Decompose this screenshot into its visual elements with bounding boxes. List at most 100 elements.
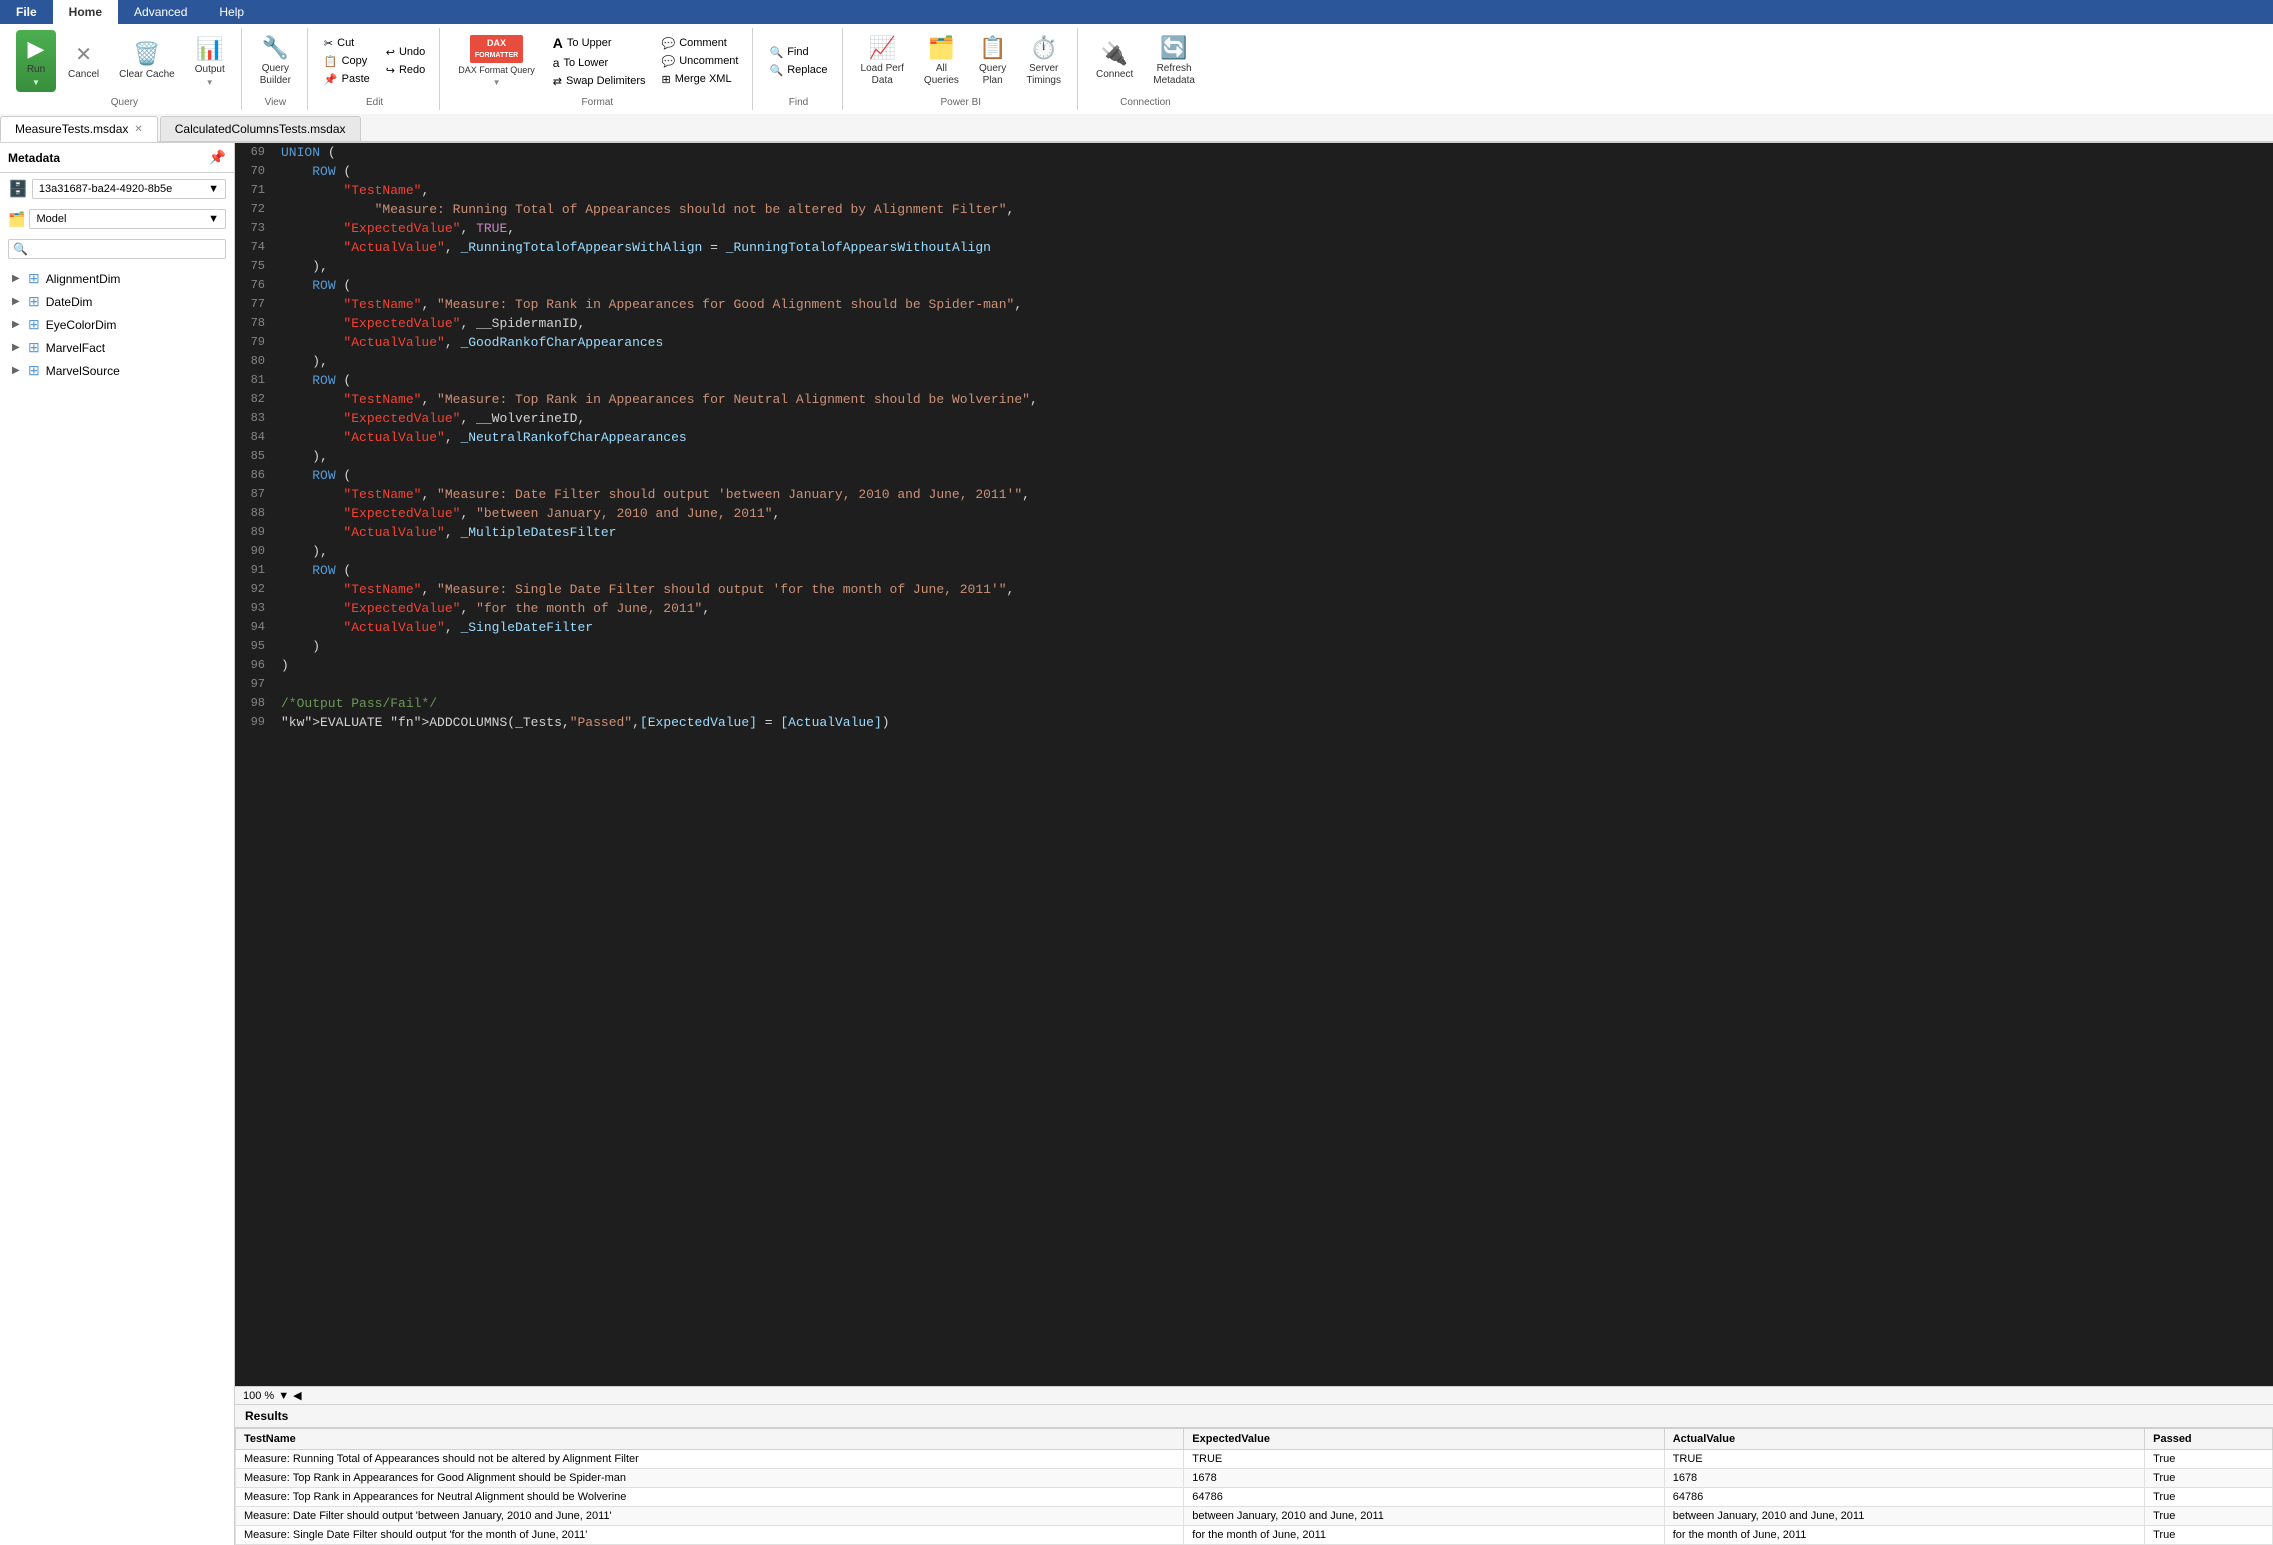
find-label: Find: [787, 46, 808, 58]
run-icon: ▶: [28, 36, 45, 62]
tree-item-label: DateDim: [46, 295, 93, 309]
server-timings-button[interactable]: ⏱️ Server Timings: [1018, 30, 1069, 92]
table-cell-testname: Measure: Running Total of Appearances sh…: [236, 1450, 1184, 1469]
tree-item-marvelfact[interactable]: ▶ ⊞ MarvelFact: [0, 336, 234, 359]
table-cell-passed: True: [2145, 1526, 2273, 1545]
zoom-dropdown-icon[interactable]: ▼: [278, 1390, 289, 1402]
line-number: 85: [235, 447, 277, 466]
editor-line: 75 ),: [235, 257, 2273, 276]
undo-button[interactable]: ↩ Undo: [380, 44, 432, 61]
uncomment-icon: 💬: [661, 55, 675, 68]
comment-button[interactable]: 💬 Comment: [655, 35, 744, 52]
replace-button[interactable]: 🔍 Replace: [763, 62, 833, 79]
col-passed: Passed: [2145, 1429, 2273, 1450]
sidebar-pin-button[interactable]: 📌: [209, 149, 226, 166]
refresh-metadata-icon: 🔄: [1160, 35, 1187, 61]
line-number: 84: [235, 428, 277, 447]
doc-tab-close-0[interactable]: ✕: [134, 124, 142, 135]
query-builder-label: Query Builder: [260, 63, 291, 87]
refresh-metadata-button[interactable]: 🔄 Refresh Metadata: [1145, 30, 1203, 92]
model-dropdown[interactable]: Model ▼: [29, 209, 226, 229]
line-content: "TestName", "Measure: Top Rank in Appear…: [277, 390, 2273, 409]
paste-label: Paste: [342, 73, 370, 85]
output-button[interactable]: 📊 Output ▼: [187, 30, 233, 92]
connection-dropdown[interactable]: 13a31687-ba24-4920-8b5e ▼: [32, 179, 226, 199]
connection-value: 13a31687-ba24-4920-8b5e: [39, 183, 172, 195]
editor-line: 78 "ExpectedValue", __SpidermanID,: [235, 314, 2273, 333]
tab-help[interactable]: Help: [203, 0, 260, 24]
connect-button[interactable]: 🔌 Connect: [1088, 30, 1141, 92]
tree-item-label: MarvelSource: [46, 364, 120, 378]
editor-line: 89 "ActualValue", _MultipleDatesFilter: [235, 523, 2273, 542]
editor-line: 71 "TestName",: [235, 181, 2273, 200]
line-content: "ExpectedValue", __SpidermanID,: [277, 314, 2273, 333]
editor-line: 73 "ExpectedValue", TRUE,: [235, 219, 2273, 238]
clear-cache-button[interactable]: 🗑️ Clear Cache: [111, 30, 183, 92]
table-cell-passed: True: [2145, 1450, 2273, 1469]
table-cell-passed: True: [2145, 1507, 2273, 1526]
redo-button[interactable]: ↪ Redo: [380, 62, 432, 79]
table-cell-passed: True: [2145, 1469, 2273, 1488]
expand-icon: ▶: [12, 319, 22, 330]
tree-item-datedim[interactable]: ▶ ⊞ DateDim: [0, 290, 234, 313]
line-number: 83: [235, 409, 277, 428]
editor-line: 77 "TestName", "Measure: Top Rank in App…: [235, 295, 2273, 314]
table-cell-expectedvalue: 64786: [1184, 1488, 1664, 1507]
swap-delimiters-button[interactable]: ⇄ Swap Delimiters: [547, 73, 652, 90]
table-row: Measure: Single Date Filter should outpu…: [236, 1526, 2273, 1545]
to-lower-button[interactable]: a To Lower: [547, 54, 652, 72]
query-builder-button[interactable]: 🔧 Query Builder: [252, 30, 299, 92]
dax-format-button[interactable]: DAXFORMATTER DAX Format Query ▼: [450, 30, 543, 92]
col-actualvalue: ActualValue: [1664, 1429, 2144, 1450]
tab-home[interactable]: Home: [53, 0, 118, 24]
line-content: UNION (: [277, 143, 2273, 162]
server-timings-icon: ⏱️: [1030, 35, 1057, 61]
to-upper-button[interactable]: A To Upper: [547, 33, 652, 53]
merge-xml-button[interactable]: ⊞ Merge XML: [655, 71, 744, 88]
paste-button[interactable]: 📌 Paste: [318, 71, 376, 88]
query-plan-button[interactable]: 📋 Query Plan: [971, 30, 1014, 92]
cut-copy-paste-col: ✂ Cut 📋 Copy 📌 Paste: [318, 35, 376, 88]
doc-tab-1[interactable]: CalculatedColumnsTests.msdax: [160, 116, 361, 141]
editor-line: 95 ): [235, 637, 2273, 656]
search-input[interactable]: [28, 243, 221, 255]
code-editor[interactable]: 69UNION (70 ROW (71 "TestName",72 "Measu…: [235, 143, 2273, 1386]
editor-line: 70 ROW (: [235, 162, 2273, 181]
table-cell-actualvalue: 64786: [1664, 1488, 2144, 1507]
expand-icon: ▶: [12, 342, 22, 353]
line-number: 79: [235, 333, 277, 352]
find-button[interactable]: 🔍 Find: [763, 44, 833, 61]
line-number: 93: [235, 599, 277, 618]
doc-tab-0[interactable]: MeasureTests.msdax ✕: [0, 116, 158, 142]
cut-button[interactable]: ✂ Cut: [318, 35, 376, 52]
tab-file[interactable]: File: [0, 0, 53, 24]
expand-icon: ▶: [12, 273, 22, 284]
undo-label: Undo: [399, 46, 425, 58]
expand-icon: ▶: [12, 365, 22, 376]
tab-advanced[interactable]: Advanced: [118, 0, 203, 24]
load-perf-label: Load Perf Data: [861, 63, 904, 87]
scroll-left-icon[interactable]: ◀: [293, 1389, 301, 1402]
results-table-wrap[interactable]: TestName ExpectedValue ActualValue Passe…: [235, 1428, 2273, 1545]
tree-item-eyecolordim[interactable]: ▶ ⊞ EyeColorDim: [0, 313, 234, 336]
query-plan-icon: 📋: [979, 35, 1006, 61]
cancel-button[interactable]: ✕ Cancel: [60, 30, 107, 92]
load-perf-data-button[interactable]: 📈 Load Perf Data: [853, 30, 912, 92]
connection-group-label: Connection: [1080, 97, 1211, 108]
refresh-metadata-label: Refresh Metadata: [1153, 63, 1195, 87]
copy-button[interactable]: 📋 Copy: [318, 53, 376, 70]
uncomment-button[interactable]: 💬 Uncomment: [655, 53, 744, 70]
tree-item-marvelsource[interactable]: ▶ ⊞ MarvelSource: [0, 359, 234, 382]
connect-icon: 🔌: [1101, 41, 1128, 67]
line-content: [277, 675, 2273, 694]
query-plan-label: Query Plan: [979, 63, 1006, 87]
run-button[interactable]: ▶ Run ▼: [16, 30, 56, 92]
results-tbody: Measure: Running Total of Appearances sh…: [236, 1450, 2273, 1545]
dax-logo: DAXFORMATTER: [470, 35, 523, 63]
replace-icon: 🔍: [769, 64, 783, 77]
table-cell-actualvalue: for the month of June, 2011: [1664, 1526, 2144, 1545]
all-queries-button[interactable]: 🗂️ All Queries: [916, 30, 967, 92]
line-number: 72: [235, 200, 277, 219]
tree-item-alignmentdim[interactable]: ▶ ⊞ AlignmentDim: [0, 267, 234, 290]
table-icon: ⊞: [28, 316, 40, 333]
